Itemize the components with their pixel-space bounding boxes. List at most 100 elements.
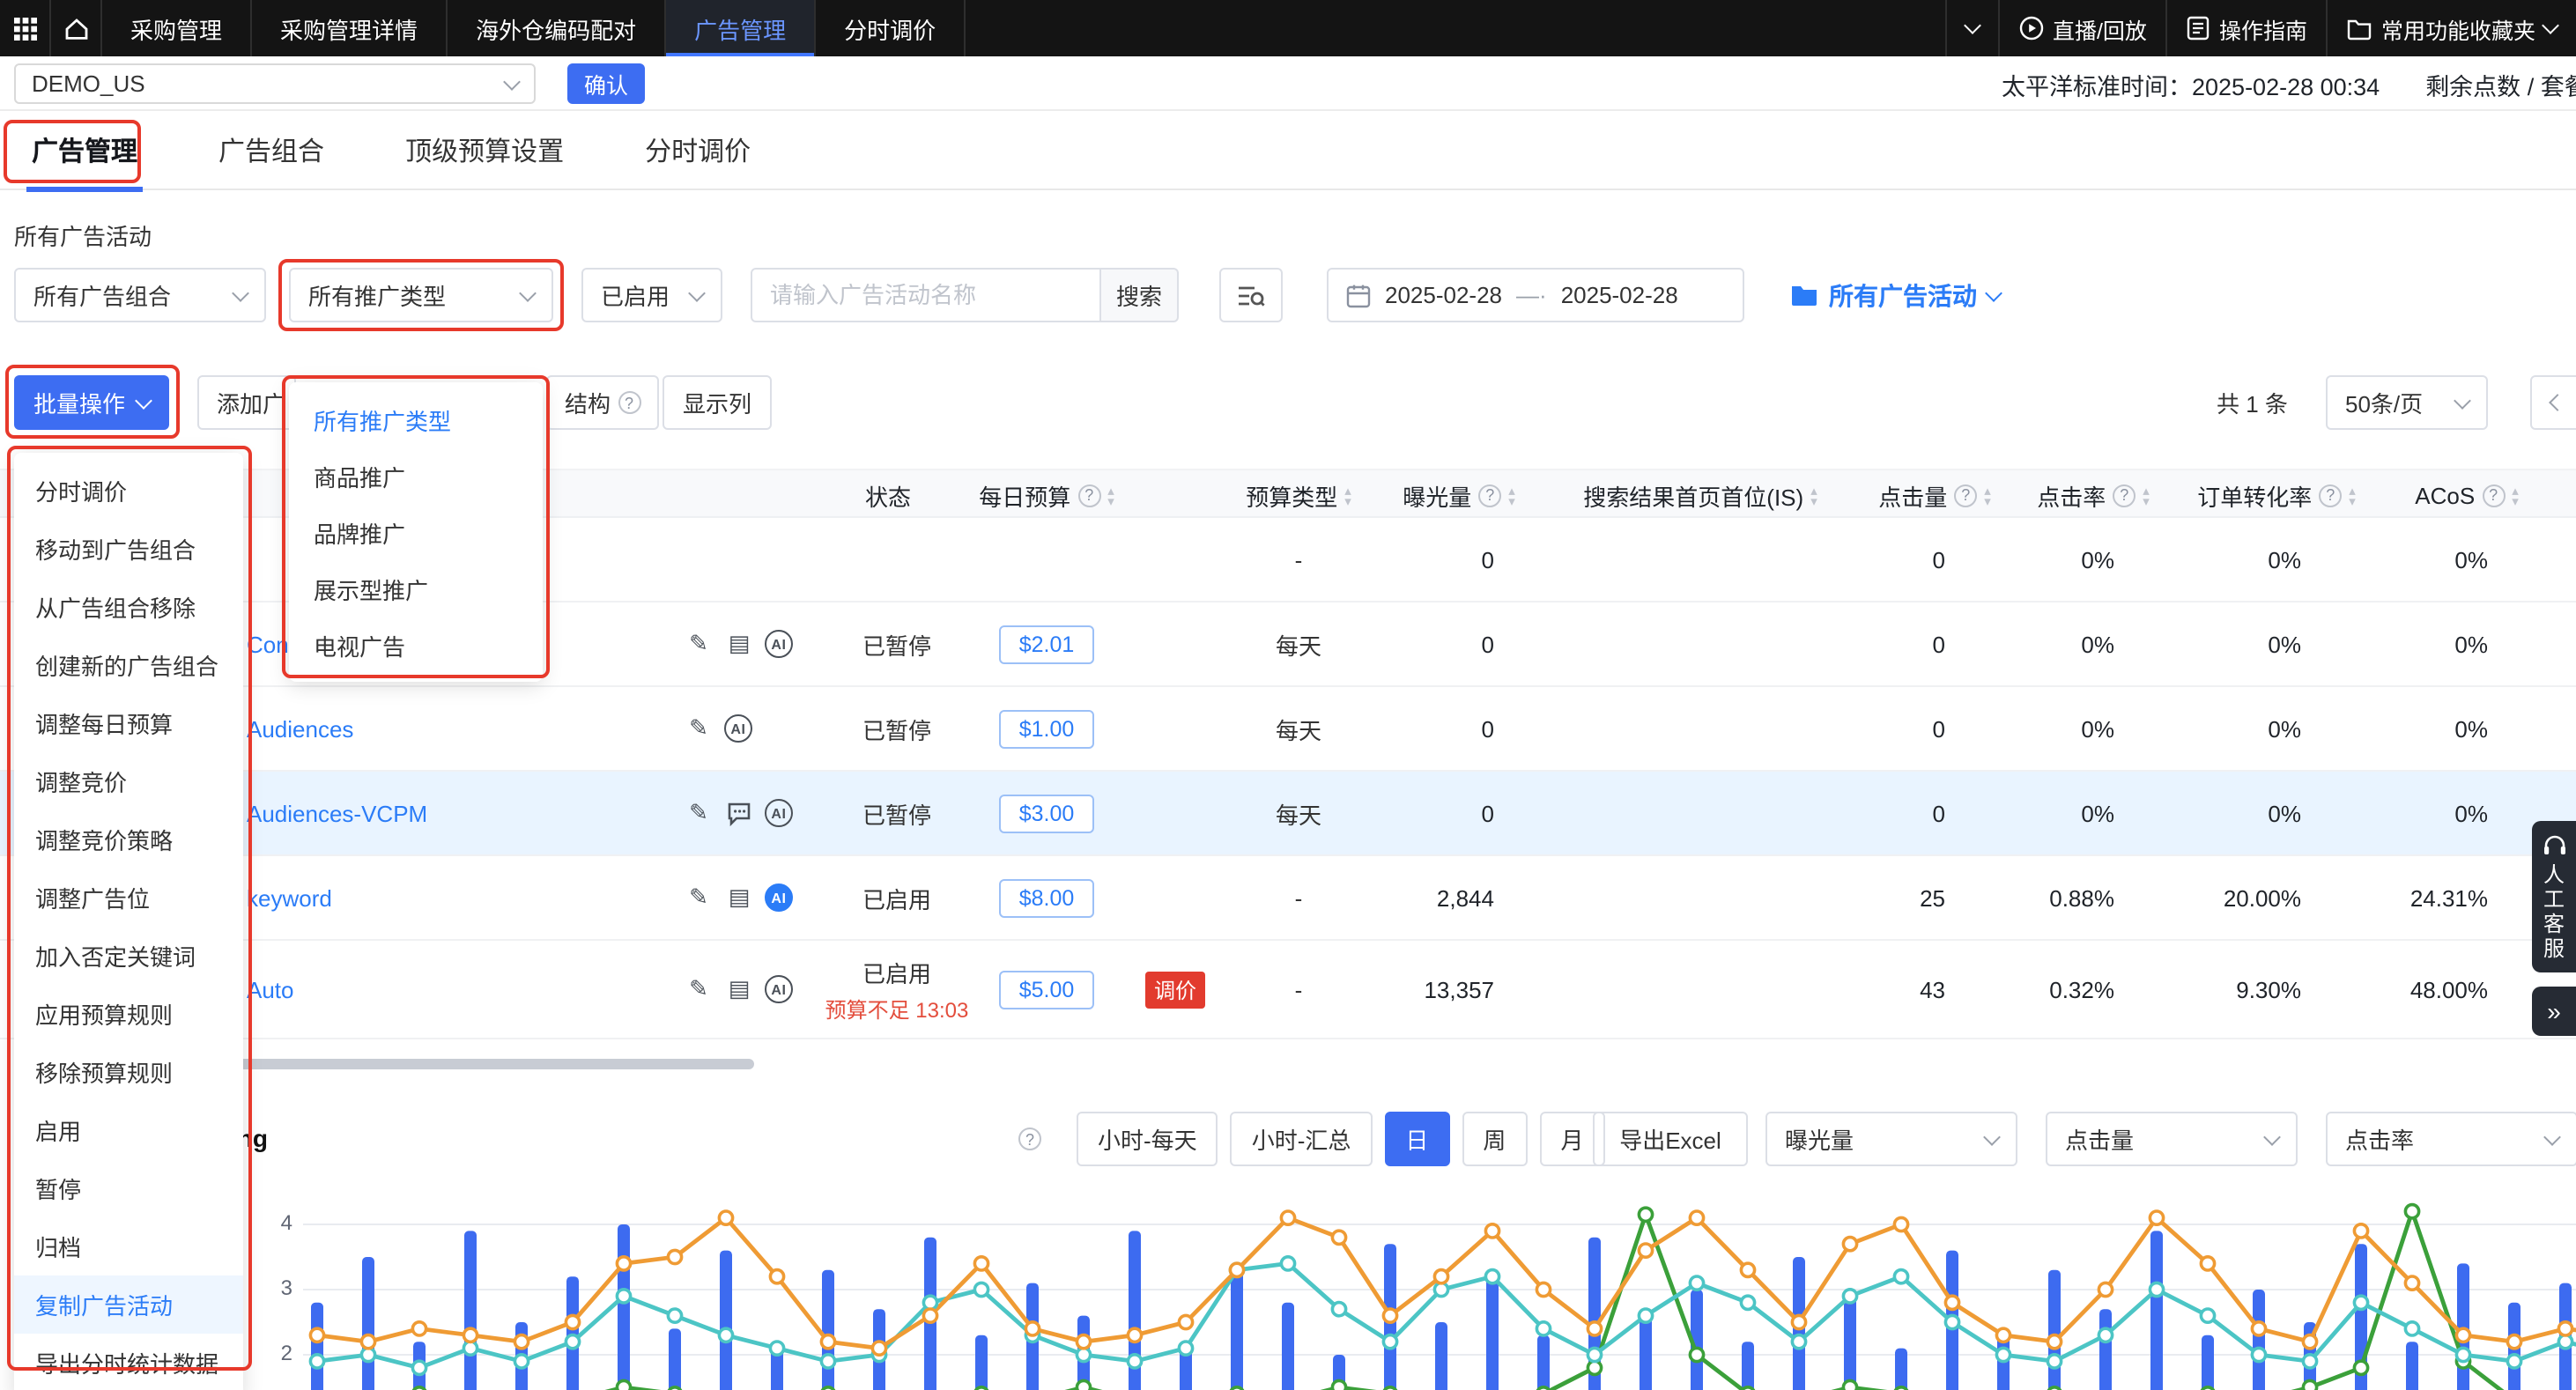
batch-menu-item[interactable]: 调整广告位 [14,869,243,927]
ai-icon[interactable]: AI [765,630,793,658]
confirm-button[interactable]: 确认 [567,63,645,104]
daily-budget-value[interactable]: $2.01 [999,625,1094,663]
table-row[interactable]: Auto✎▤AI已启用预算不足 13:03$5.00调价-13,357430.3… [0,941,2576,1039]
chart-range-button[interactable]: 周 [1462,1112,1527,1166]
topnav-tab-5[interactable]: 分时调价 [816,0,966,56]
batch-menu-item[interactable]: 应用预算规则 [14,985,243,1043]
ai-icon[interactable]: AI [765,884,793,912]
search-button[interactable]: 搜索 [1101,268,1179,322]
batch-menu-item[interactable]: 调整竞价策略 [14,810,243,869]
campaign-name-input[interactable] [751,268,1101,322]
ai-icon[interactable]: AI [765,975,793,1003]
ai-icon[interactable]: AI [724,714,752,743]
batch-menu-item[interactable]: 移动到广告组合 [14,520,243,578]
add-campaign-button[interactable]: 添加广 [197,375,296,430]
promo-type-option[interactable]: 商品推广 [289,447,543,504]
edit-icon[interactable]: ✎ [684,974,714,1004]
metric-select[interactable]: 曝光量 [1765,1112,2017,1166]
structure-button[interactable]: 结构? [546,375,659,430]
status-select[interactable]: 已启用 [581,268,722,322]
page-size-select[interactable]: 50条/页 [2326,375,2488,430]
batch-menu-item[interactable]: 分时调价 [14,462,243,520]
add-campaign-label: 添加广 [217,386,285,419]
topnav-tab-1[interactable]: 采购管理 [102,0,252,56]
daily-budget-value[interactable]: $3.00 [999,794,1094,832]
batch-menu-item[interactable]: 从广告组合移除 [14,578,243,636]
status-cell: 已启用 [791,881,1003,914]
metric-select[interactable]: 点击量 [2046,1112,2298,1166]
chart-range-button[interactable]: 小时-汇总 [1231,1112,1373,1166]
batch-menu-item[interactable]: 移除预算规则 [14,1043,243,1101]
account-select[interactable]: DEMO_US [14,63,536,104]
row-action-icons: ✎ AI [684,713,752,743]
edit-icon[interactable]: ✎ [684,798,714,828]
favorites-button[interactable]: 常用功能收藏夹 [2327,0,2576,56]
page-tab-4[interactable]: 分时调价 [645,131,751,168]
show-columns-button[interactable]: 显示列 [663,375,772,430]
promo-type-option[interactable]: 品牌推广 [289,504,543,560]
table-row[interactable]: Audiences-VCPM✎AI已暂停$3.00每天000%0%0% [0,772,2576,856]
promo-type-option[interactable]: 所有推广类型 [289,391,543,447]
portfolio-select[interactable]: 所有广告组合 [14,268,266,322]
edit-icon[interactable]: ✎ [684,713,714,743]
home-icon[interactable] [51,0,102,56]
batch-menu-item[interactable]: 归档 [14,1217,243,1275]
chevron-down-icon [2454,391,2471,409]
page-tab-2[interactable]: 广告组合 [218,131,324,168]
metric-select-value: 曝光量 [1785,1122,1854,1156]
apps-grid-icon[interactable] [0,0,51,56]
filter-search-icon-button[interactable] [1219,268,1283,322]
topnav-tab-2[interactable]: 采购管理详情 [252,0,448,56]
batch-menu-item[interactable]: 创建新的广告组合 [14,636,243,694]
metric-select[interactable]: 点击率 [2326,1112,2576,1166]
batch-menu-item[interactable]: 调整每日预算 [14,694,243,752]
table-row[interactable]: keyword✎▤AI已启用$8.00-2,844250.88%20.00%24… [0,856,2576,941]
document-icon[interactable]: ▤ [724,629,754,659]
promo-type-option[interactable]: 展示型推广 [289,560,543,617]
nav-collapse-chevron-icon[interactable] [1945,0,1998,56]
edit-icon[interactable]: ✎ [684,883,714,913]
batch-menu-item[interactable]: 暂停 [14,1159,243,1217]
live-replay-button[interactable]: 直播/回放 [1998,0,2166,56]
topnav-tab-3[interactable]: 海外仓编码配对 [448,0,666,56]
chart-range-button[interactable]: 日 [1384,1112,1449,1166]
page-tab-3[interactable]: 顶级预算设置 [405,131,564,168]
impressions-cell: 2,844 [1265,884,1494,911]
document-icon[interactable]: ▤ [724,974,754,1004]
campaign-name-link[interactable]: keyword [247,884,332,911]
export-excel-button[interactable]: 导出Excel [1593,1112,1748,1166]
promo-type-select[interactable]: 所有推广类型 [289,268,553,322]
ai-icon[interactable]: AI [765,799,793,827]
campaign-name-link[interactable]: Auto [247,976,294,1002]
page-tab-1[interactable]: 广告管理 [32,131,137,168]
collapse-panel-button[interactable]: » [2532,987,2576,1036]
batch-menu-item[interactable]: 复制广告活动 [14,1275,243,1334]
batch-menu-item[interactable]: 启用 [14,1101,243,1159]
daily-budget-value[interactable]: $8.00 [999,878,1094,917]
batch-menu-item[interactable]: 导出分时统计数据 [14,1334,243,1390]
comment-icon[interactable] [724,798,754,828]
promo-type-option[interactable]: 电视广告 [289,617,543,673]
campaign-name-link[interactable]: Audiences-VCPM [247,800,427,826]
customer-service-button[interactable]: 人工客服 [2532,821,2576,972]
prev-page-button[interactable] [2530,375,2576,430]
campaign-name-link[interactable]: Audiences [247,715,353,742]
table-row[interactable]: Audiences✎AI已暂停$1.00每天000%0%0% [0,687,2576,772]
column-header[interactable]: 每日预算?▴▾ [941,470,1152,520]
daily-budget-value[interactable]: $1.00 [999,709,1094,748]
batch-menu-item[interactable]: 加入否定关键词 [14,927,243,985]
batch-menu-item[interactable]: 调整竞价 [14,752,243,810]
campaign-scope-link[interactable]: 所有广告活动 [1790,268,2000,322]
column-header[interactable]: 曝光量?▴▾ [1353,470,1565,520]
column-header[interactable]: ACoS?▴▾ [2361,470,2572,520]
date-range-picker[interactable]: 2025-02-28 —· 2025-02-28 [1327,268,1744,322]
guide-button[interactable]: 操作指南 [2166,0,2327,56]
topnav-tab-4[interactable]: 广告管理 [666,0,816,56]
column-header[interactable]: 搜索结果首页首位(IS)▴▾ [1542,470,1859,520]
document-icon[interactable]: ▤ [724,883,754,913]
chart-range-button[interactable]: 小时-每天 [1077,1112,1218,1166]
edit-icon[interactable]: ✎ [684,629,714,659]
daily-budget-value[interactable]: $5.00 [999,970,1094,1009]
reprice-badge[interactable]: 调价 [1145,971,1205,1008]
batch-operations-button[interactable]: 批量操作 [14,375,169,430]
